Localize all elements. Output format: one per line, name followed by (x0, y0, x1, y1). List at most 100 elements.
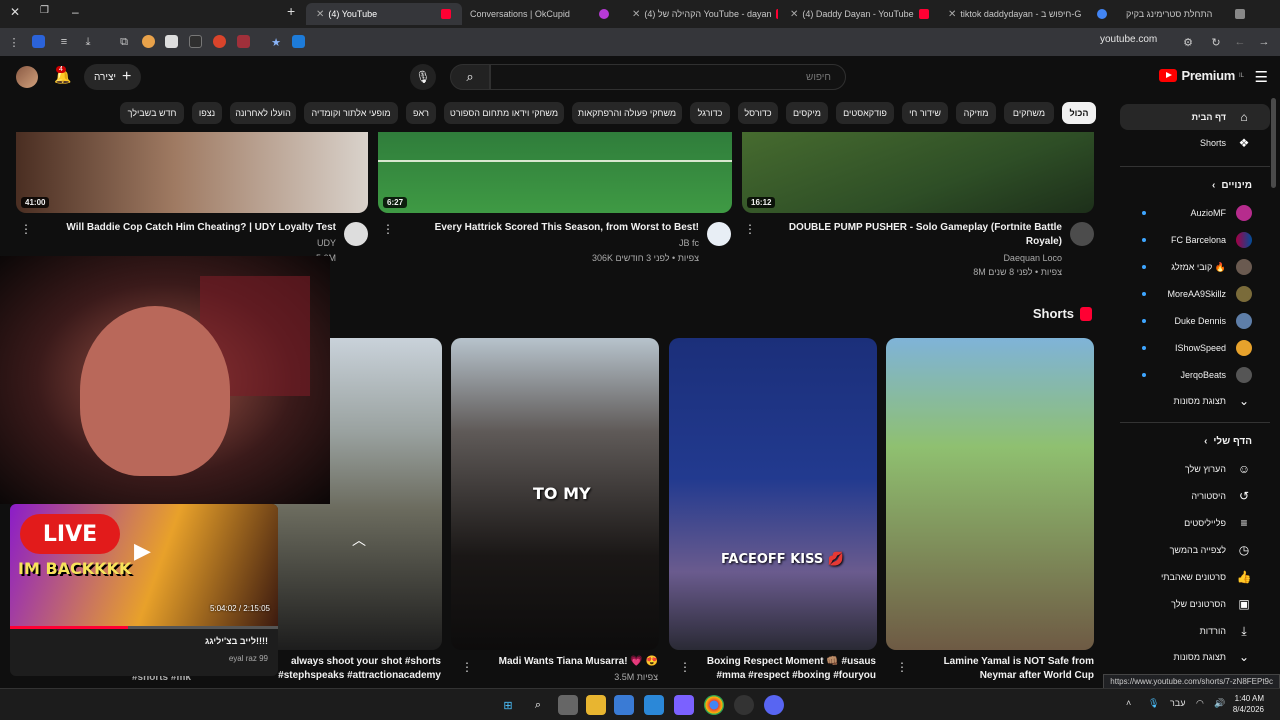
close-tab-icon[interactable]: ✕ (316, 9, 324, 20)
more-options-icon[interactable]: ⋮ (679, 660, 691, 674)
channel-avatar[interactable] (1070, 222, 1094, 246)
wifi-icon[interactable]: ◠ (1196, 698, 1204, 709)
extension-icon[interactable] (142, 35, 155, 48)
video-thumbnail[interactable]: 6:27 (378, 132, 732, 213)
sidebar-item-subscription[interactable]: קובי אמזלג 🔥 (1120, 254, 1270, 280)
sidebar-item-history[interactable]: היסטוריה ↺ (1120, 483, 1270, 509)
menu-icon[interactable]: ☰ (1255, 68, 1268, 86)
chip-rap[interactable]: ראפ (406, 102, 436, 124)
chip-podcasts[interactable]: פודקאסטים (836, 102, 894, 124)
search-box[interactable] (490, 64, 846, 90)
photos-icon[interactable] (644, 695, 664, 715)
video-thumbnail[interactable]: 16:12 (742, 132, 1094, 213)
close-tab-icon[interactable]: ✕ (948, 9, 956, 20)
forward-icon[interactable]: → (1256, 34, 1272, 50)
search-input[interactable] (491, 65, 845, 89)
video-title[interactable]: Will Baddie Cop Catch Him Cheating? | UD… (66, 221, 336, 235)
chip-mixes[interactable]: מיקסים (786, 102, 828, 124)
search-button[interactable]: ⌕ (450, 64, 490, 90)
download-icon[interactable]: ⤓ (80, 34, 96, 50)
voice-search-button[interactable]: 🎙 (410, 64, 436, 90)
account-avatar[interactable] (16, 66, 38, 88)
chip-watched[interactable]: נצפו (192, 102, 222, 124)
browser-tab-google-search[interactable]: ✕ tiktok daddydayan - חיפוש ב-G (938, 3, 1118, 25)
system-clock[interactable]: 1:40 AM 8/4/2026 (1233, 693, 1264, 715)
browser-tab-community[interactable]: ✕ (4) הקהילה של YouTube - dayan (622, 3, 778, 25)
you-heading[interactable]: ‹ הדף שלי (1204, 436, 1252, 447)
sidebar-show-more[interactable]: תצוגת מסונות ⌄ (1120, 388, 1270, 414)
store-icon[interactable] (614, 695, 634, 715)
extensions-puzzle-icon[interactable]: ⧉ (116, 34, 132, 50)
app-icon[interactable] (674, 695, 694, 715)
taskbar-search-icon[interactable]: ⌕ (528, 695, 548, 715)
new-tab-icon[interactable]: + (287, 3, 295, 19)
chip-music[interactable]: מוזיקה (956, 102, 996, 124)
short-thumbnail[interactable]: TO MY (451, 338, 659, 650)
chip-recently-uploaded[interactable]: הועלו לאחרונה (230, 102, 296, 124)
chip-action-adventure[interactable]: משחקי פעולה והרפתקאות (572, 102, 682, 124)
sidebar-item-your-videos[interactable]: הסרטונים שלך ▣ (1120, 591, 1270, 617)
volume-icon[interactable]: 🔊 (1214, 698, 1225, 709)
video-title[interactable]: Every Hattrick Scored This Season, from … (435, 221, 699, 235)
chip-live[interactable]: שידור חי (902, 102, 948, 124)
short-thumbnail[interactable] (886, 338, 1094, 650)
short-title[interactable]: Madi Wants Tiana Musarra! 💗 😍 (499, 655, 658, 669)
more-options-icon[interactable]: ⋮ (744, 222, 756, 236)
short-thumbnail[interactable]: FACEOFF KISS 💋 (669, 338, 877, 650)
channel-name[interactable]: Daequan Loco (1003, 253, 1062, 263)
bookmark-star-icon[interactable]: ★ (268, 34, 284, 50)
sidebar-item-subscription[interactable]: FC Barcelona (1120, 227, 1270, 253)
sidebar-item-subscription[interactable]: IShowSpeed (1120, 335, 1270, 361)
microphone-icon[interactable]: 🎙 (1148, 698, 1159, 709)
more-options-icon[interactable]: ⋮ (20, 222, 32, 236)
extension-icon[interactable] (189, 35, 202, 48)
more-options-icon[interactable]: ⋮ (382, 222, 394, 236)
extension-icon[interactable] (165, 35, 178, 48)
file-explorer-icon[interactable] (586, 695, 606, 715)
sidebar-item-watch-later[interactable]: לצפייה בהמשך ◷ (1120, 537, 1270, 563)
close-window-icon[interactable]: ✕ (10, 5, 20, 19)
video-thumbnail[interactable]: 41:00 (16, 132, 368, 213)
browser-menu-icon[interactable]: ⋮ (6, 34, 22, 50)
extension-icon[interactable] (292, 35, 305, 48)
play-icon[interactable]: ▶ (134, 538, 151, 564)
extension-icon[interactable] (32, 35, 45, 48)
chip-new-to-you[interactable]: חדש בשבילך (120, 102, 184, 124)
chip-all[interactable]: הכול (1062, 102, 1096, 124)
task-view-icon[interactable] (558, 695, 578, 715)
video-title[interactable]: DOUBLE PUMP PUSHER - Solo Gameplay (Fort… (742, 221, 1062, 249)
more-options-icon[interactable]: ⋮ (896, 660, 908, 674)
site-settings-icon[interactable]: ⚙ (1180, 34, 1196, 50)
chip-football[interactable]: כדורגל (690, 102, 730, 124)
tray-chevron-up-icon[interactable]: ˄ (1126, 698, 1131, 708)
mini-player-progress[interactable] (10, 626, 278, 629)
channel-name[interactable]: UDY (317, 238, 336, 248)
mini-player-video[interactable]: LIVE IM BACKKKK ▶ 5:04:02 / 2:15:05 (10, 504, 278, 626)
sidebar-item-liked-videos[interactable]: סרטונים שאהבתי 👍 (1120, 564, 1270, 590)
short-title[interactable]: always shoot your shot #shorts #stephspe… (278, 655, 441, 683)
extension-icon[interactable] (237, 35, 250, 48)
mini-player-channel[interactable]: eyal raz 99 (229, 654, 268, 663)
more-options-icon[interactable]: ⋮ (461, 660, 473, 674)
sidebar-item-shorts[interactable]: Shorts ❖ (1120, 130, 1270, 156)
sidebar-item-subscription[interactable]: Duke Dennis (1120, 308, 1270, 334)
browser-tab-kick[interactable]: התחלת סטרימינג בקיק (1120, 3, 1256, 25)
chip-improv-comedy[interactable]: מופעי אלתור וקומדיה (304, 102, 398, 124)
windows-start-icon[interactable]: ⊞ (498, 695, 518, 715)
create-button[interactable]: יצירה + (84, 64, 142, 90)
sidebar-show-more[interactable]: תצוגת מסונות ⌄ (1120, 644, 1270, 670)
close-tab-icon[interactable]: ✕ (632, 9, 640, 20)
minimize-window-icon[interactable]: – (72, 5, 79, 19)
close-tab-icon[interactable]: ✕ (790, 9, 798, 20)
chrome-icon[interactable] (704, 695, 724, 715)
browser-tab-youtube[interactable]: ✕ (4) YouTube (306, 3, 462, 25)
browser-tab-okcupid[interactable]: Conversations | OkCupid (464, 3, 620, 25)
extension-icon[interactable] (213, 35, 226, 48)
input-language[interactable]: עבר (1170, 698, 1185, 708)
short-title[interactable]: Boxing Respect Moment 👊🏽 #usaus #mma #re… (707, 655, 876, 683)
scrollbar[interactable] (1271, 98, 1276, 188)
back-icon[interactable]: ← (1232, 34, 1248, 50)
sidebar-item-subscription[interactable]: MoreAA9Skillz (1120, 281, 1270, 307)
short-title[interactable]: Lamine Yamal is NOT Safe from Neymar aft… (944, 655, 1094, 683)
sidebar-item-playlists[interactable]: פלייליסטים ≡ (1120, 510, 1270, 536)
